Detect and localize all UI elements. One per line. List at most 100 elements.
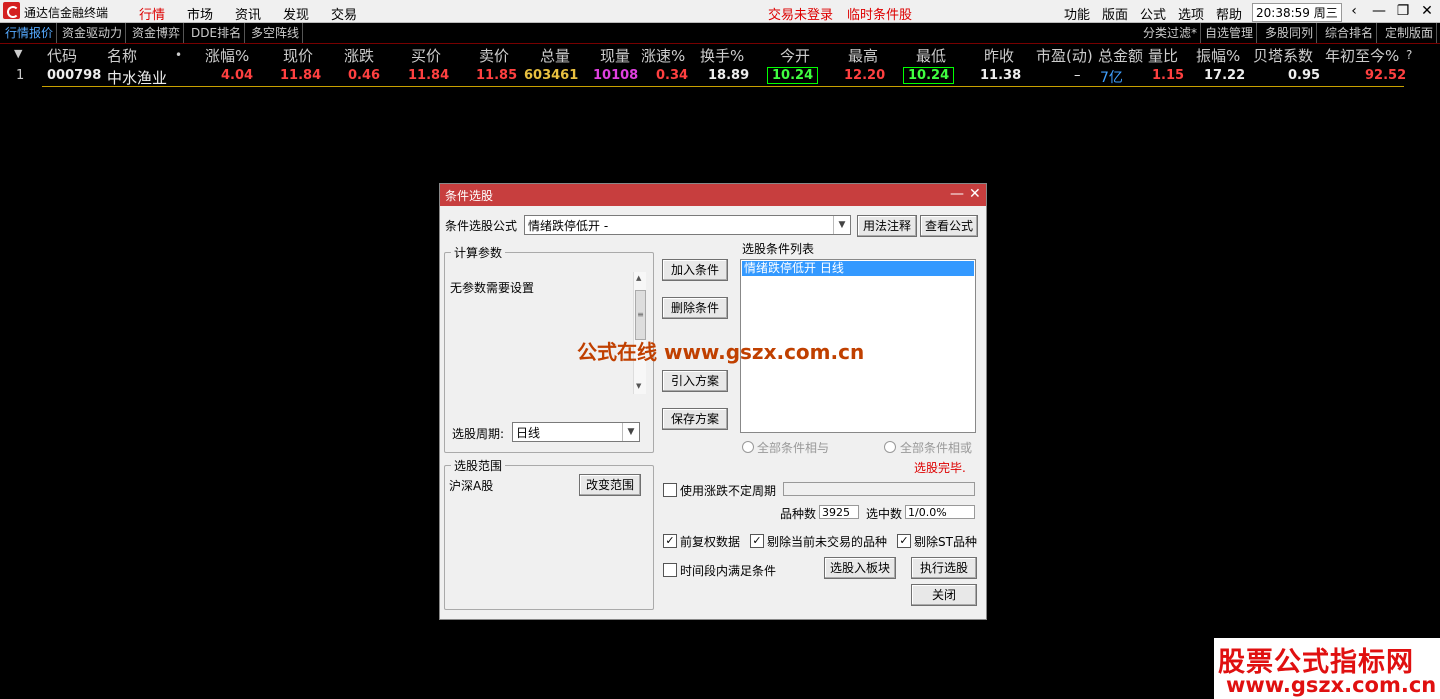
tab-dde-rank[interactable]: DDE排名 <box>188 23 246 43</box>
radio-or[interactable] <box>884 441 896 453</box>
sort-dropdown-icon[interactable]: ▼ <box>14 47 22 60</box>
period-select[interactable]: 日线 ▼ <box>512 422 640 442</box>
header-beta[interactable]: 贝塔系数 <box>1253 45 1313 66</box>
cell-name: 中水渔业 <box>107 69 168 87</box>
cell-vol-ratio: 1.15 <box>1152 68 1185 83</box>
scroll-thumb[interactable]: ≡ <box>635 290 646 340</box>
save-plan-button[interactable]: 保存方案 <box>662 408 728 430</box>
add-to-block-button[interactable]: 选股入板块 <box>824 557 896 579</box>
tab-category-filter[interactable]: 分类过滤* <box>1140 23 1202 43</box>
header-cur-vol[interactable]: 现量 <box>600 45 630 66</box>
app-logo-icon <box>3 2 20 19</box>
time-period-checkbox[interactable] <box>663 563 677 577</box>
dialog-minimize-icon[interactable]: — <box>950 186 964 202</box>
tab-custom-layout[interactable]: 定制版面 <box>1382 23 1438 43</box>
temp-condition-link[interactable]: 临时条件股 <box>847 4 912 23</box>
tab-capital-game[interactable]: 资金博弈 <box>129 23 185 43</box>
tab-bull-bear[interactable]: 多空阵线 <box>248 23 304 43</box>
menu-item-layout[interactable]: 版面 <box>1102 4 1128 23</box>
center-watermark: 公式在线 www.gszx.com.cn <box>577 340 865 364</box>
add-condition-button[interactable]: 加入条件 <box>662 259 728 281</box>
header-high[interactable]: 最高 <box>848 45 878 66</box>
header-open[interactable]: 今开 <box>780 45 810 66</box>
range-value: 沪深A股 <box>449 479 494 493</box>
exclude-st-checkbox[interactable]: ✓ <box>897 534 911 548</box>
formula-select[interactable]: 情绪跌停低开 - ▼ <box>524 215 851 235</box>
header-name[interactable]: 名称 <box>107 45 137 66</box>
table-row[interactable]: 1 000798 中水渔业 4.04 11.84 0.46 11.84 11.8… <box>0 66 1410 88</box>
menu-item-trade[interactable]: 交易 <box>331 4 357 23</box>
tab-watchlist[interactable]: 自选管理 <box>1202 23 1258 43</box>
header-amount[interactable]: 总金额 <box>1098 45 1143 66</box>
condition-list-label: 选股条件列表 <box>742 242 815 256</box>
exclude-suspended-checkbox[interactable]: ✓ <box>750 534 764 548</box>
exclude-st-label: 剔除ST品种 <box>914 535 977 549</box>
corner-watermark-url: www.gszx.com.cn <box>1226 673 1437 697</box>
usage-notes-button[interactable]: 用法注释 <box>857 215 917 237</box>
cell-turnover: 18.89 <box>708 68 750 83</box>
header-low[interactable]: 最低 <box>916 45 946 66</box>
menu-item-market[interactable]: 市场 <box>187 4 213 23</box>
dialog-title-bar[interactable]: 条件选股 — ✕ <box>440 184 986 206</box>
header-ask[interactable]: 卖价 <box>479 45 509 66</box>
header-change[interactable]: 涨跌 <box>344 45 374 66</box>
irregular-period-checkbox[interactable] <box>663 483 677 497</box>
period-label: 选股周期: <box>452 427 505 441</box>
menu-item-formula[interactable]: 公式 <box>1140 4 1166 23</box>
restore-icon[interactable]: ❐ <box>1394 3 1412 19</box>
header-ytd[interactable]: 年初至今% <box>1325 45 1399 66</box>
list-item[interactable]: 情绪跌停低开 日线 <box>742 261 974 276</box>
scroll-down-icon[interactable]: ▼ <box>636 382 641 390</box>
tab-quotes[interactable]: 行情报价 <box>2 23 58 43</box>
header-prev-close[interactable]: 昨收 <box>984 45 1014 66</box>
params-scrollbar[interactable]: ▲ ≡ ▼ <box>633 272 646 394</box>
clock-weekday: 周三 <box>1313 6 1338 20</box>
minimize-icon[interactable]: — <box>1370 3 1388 19</box>
header-dot: • <box>175 48 183 62</box>
menu-item-function[interactable]: 功能 <box>1064 4 1090 23</box>
cell-ask: 11.85 <box>476 68 518 83</box>
menu-item-options[interactable]: 选项 <box>1178 4 1204 23</box>
menu-item-news[interactable]: 资讯 <box>235 4 261 23</box>
trade-login-link[interactable]: 交易未登录 <box>768 4 833 23</box>
header-amplitude[interactable]: 振幅% <box>1196 45 1240 66</box>
menu-item-quotes[interactable]: 行情 <box>139 4 165 23</box>
close-button[interactable]: 关闭 <box>911 584 977 606</box>
header-pe[interactable]: 市盈(动) <box>1036 45 1093 66</box>
row-index: 1 <box>16 68 25 83</box>
header-volume[interactable]: 总量 <box>540 45 570 66</box>
tab-multi-stock[interactable]: 多股同列 <box>1262 23 1318 43</box>
status-text: 选股完毕. <box>914 461 966 475</box>
dialog-close-icon[interactable]: ✕ <box>969 186 981 202</box>
menu-item-discover[interactable]: 发现 <box>283 4 309 23</box>
close-icon[interactable]: ✕ <box>1418 3 1436 19</box>
header-turnover[interactable]: 换手% <box>700 45 744 66</box>
header-bid[interactable]: 买价 <box>411 45 441 66</box>
adjust-label: 前复权数据 <box>680 535 741 549</box>
header-code[interactable]: 代码 <box>47 45 77 66</box>
header-help-icon[interactable]: ? <box>1406 48 1412 62</box>
chevron-down-icon[interactable]: ▼ <box>622 423 639 441</box>
back-icon[interactable]: ‹ <box>1345 3 1363 19</box>
run-selection-button[interactable]: 执行选股 <box>911 557 977 579</box>
import-plan-button[interactable]: 引入方案 <box>662 370 728 392</box>
radio-and-label: 全部条件相与 <box>757 441 830 455</box>
delete-condition-button[interactable]: 删除条件 <box>662 297 728 319</box>
adjust-checkbox[interactable]: ✓ <box>663 534 677 548</box>
header-pct[interactable]: 涨幅% <box>205 45 249 66</box>
chevron-down-icon[interactable]: ▼ <box>833 216 850 234</box>
header-speed[interactable]: 涨速% <box>641 45 685 66</box>
radio-and[interactable] <box>742 441 754 453</box>
header-vol-ratio[interactable]: 量比 <box>1148 45 1178 66</box>
view-formula-button[interactable]: 查看公式 <box>920 215 978 237</box>
count-field: 3925 <box>819 505 859 519</box>
tab-capital-drive[interactable]: 资金驱动力 <box>59 23 127 43</box>
header-price[interactable]: 现价 <box>283 45 313 66</box>
menu-item-help[interactable]: 帮助 <box>1216 4 1242 23</box>
tab-composite-rank[interactable]: 综合排名 <box>1322 23 1378 43</box>
change-range-button[interactable]: 改变范围 <box>579 474 641 496</box>
scroll-up-icon[interactable]: ▲ <box>636 274 641 282</box>
clock-display: 20:38:59 周三 <box>1252 3 1342 22</box>
row-divider <box>42 86 1404 87</box>
app-title: 通达信金融终端 <box>24 6 109 20</box>
